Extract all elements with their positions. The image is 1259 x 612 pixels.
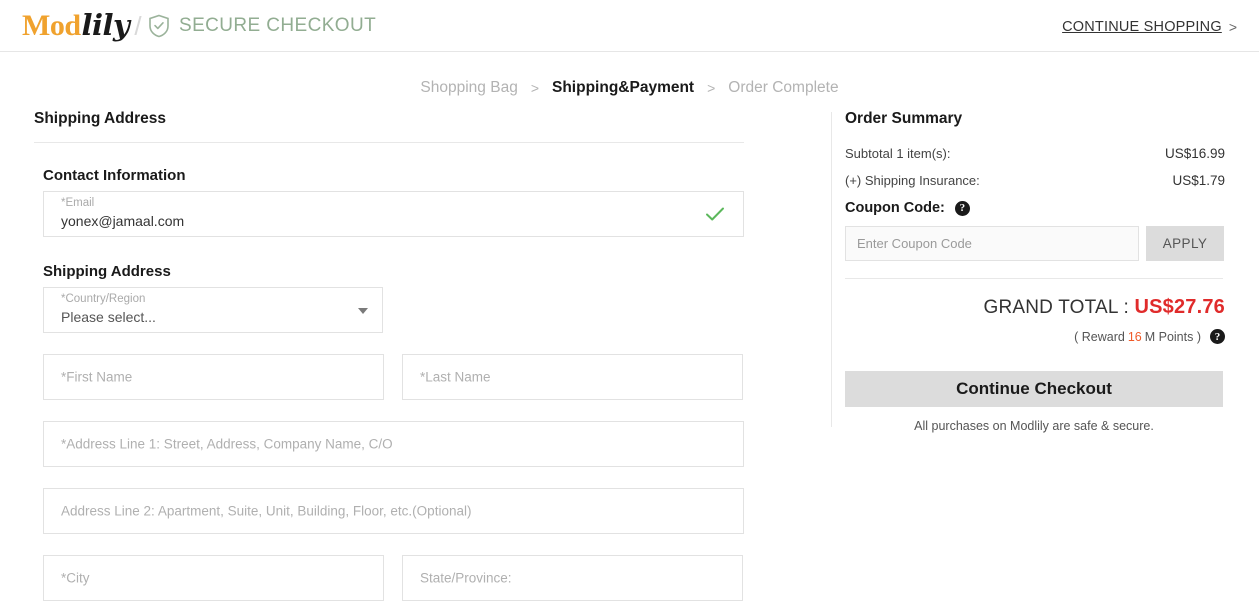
address-line-1-row: *Address Line 1: Street, Address, Compan… [43,421,800,488]
coupon-code-label: Coupon Code: [845,200,945,216]
first-name-placeholder: *First Name [61,369,133,385]
last-name-input[interactable]: *Last Name [402,354,743,400]
breadcrumb-separator: > [707,80,716,96]
last-name-placeholder: *Last Name [420,369,491,385]
summary-row-subtotal: Subtotal 1 item(s): US$16.99 [845,146,1225,161]
order-summary-panel: Order Summary Subtotal 1 item(s): US$16.… [845,110,1225,433]
country-region-select[interactable]: *Country/Region Please select... [43,287,383,333]
apply-coupon-button[interactable]: APPLY [1146,226,1224,261]
secure-checkout-badge: SECURE CHECKOUT [148,14,376,38]
contact-information-heading: Contact Information [43,167,186,184]
breadcrumb-step-shopping-bag[interactable]: Shopping Bag [420,79,517,97]
grand-total-label: GRAND TOTAL : [983,297,1129,318]
breadcrumb-separator: > [530,80,539,96]
first-name-input[interactable]: *First Name [43,354,384,400]
grand-total-row: GRAND TOTAL : US$27.76 [845,296,1225,319]
coupon-code-placeholder: Enter Coupon Code [857,236,972,251]
shipping-insurance-label: (+) Shipping Insurance: [845,173,980,188]
chevron-down-icon [358,308,368,314]
country-row: *Country/Region Please select... [43,287,800,354]
help-icon[interactable]: ? [1210,329,1225,344]
email-value: yonex@jamaal.com [61,213,185,229]
help-icon[interactable]: ? [954,200,970,216]
modlily-logo[interactable]: Mod lily / [22,8,142,43]
reward-points-value: 16 [1127,329,1142,344]
summary-row-shipping-insurance: (+) Shipping Insurance: US$1.79 [845,173,1225,188]
safe-secure-note: All purchases on Modlily are safe & secu… [914,419,1154,433]
email-field[interactable]: *Email yonex@jamaal.com [43,191,744,237]
coupon-code-input[interactable]: Enter Coupon Code [845,226,1139,261]
subtotal-label: Subtotal 1 item(s): [845,146,951,161]
logo-divider-slash: / [134,11,142,41]
logo-text-lily: lily [81,8,130,42]
city-input[interactable]: *City [43,555,384,601]
address-line-2-placeholder: Address Line 2: Apartment, Suite, Unit, … [61,503,472,519]
address-line-1-placeholder: *Address Line 1: Street, Address, Compan… [61,436,393,452]
state-province-placeholder: State/Province: [420,570,512,586]
address-line-1-input[interactable]: *Address Line 1: Street, Address, Compan… [43,421,744,467]
breadcrumb-step-order-complete[interactable]: Order Complete [728,79,838,97]
grand-total-value: US$27.76 [1134,296,1225,318]
summary-divider [845,278,1223,279]
site-header: Mod lily / SECURE CHECKOUT CONTINUE SHOP… [0,0,1259,52]
breadcrumb: Shopping Bag > Shipping&Payment > Order … [0,66,1259,110]
shield-check-icon [148,14,170,38]
continue-shopping-link[interactable]: CONTINUE SHOPPING > [1062,19,1237,35]
coupon-code-header: Coupon Code: ? [845,200,1225,216]
reward-points-row: ( Reward 16 M Points ) ? [845,329,1225,344]
reward-suffix: M Points ) [1144,329,1201,344]
address-line-2-row: Address Line 2: Apartment, Suite, Unit, … [43,488,800,555]
state-province-input[interactable]: State/Province: [402,555,743,601]
title-divider [34,142,744,143]
city-state-row: *City State/Province: [43,555,800,612]
continue-shopping-label: CONTINUE SHOPPING [1062,19,1222,35]
coupon-code-row: Enter Coupon Code APPLY [845,226,1225,261]
shipping-insurance-value: US$1.79 [1172,173,1225,188]
reward-prefix: ( Reward [1074,329,1125,344]
order-summary-title: Order Summary [845,110,963,127]
address-line-2-input[interactable]: Address Line 2: Apartment, Suite, Unit, … [43,488,744,534]
email-row: *Email yonex@jamaal.com [43,191,800,258]
country-region-label: *Country/Region [61,293,146,305]
email-label: *Email [61,197,95,209]
chevron-right-icon: > [1228,19,1237,35]
subtotal-value: US$16.99 [1164,146,1225,161]
breadcrumb-step-shipping-payment[interactable]: Shipping&Payment [552,79,694,97]
logo-text-mod: Mod [22,9,81,42]
secure-checkout-label: SECURE CHECKOUT [179,15,377,36]
name-row: *First Name *Last Name [43,354,800,421]
city-placeholder: *City [61,570,90,586]
continue-checkout-button[interactable]: Continue Checkout [845,371,1223,407]
column-divider [831,112,832,427]
shipping-address-heading: Shipping Address [43,263,171,280]
country-region-value: Please select... [61,309,156,325]
page-title: Shipping Address [34,110,167,127]
shipping-address-form: Shipping Address Contact Information *Em… [0,110,800,612]
